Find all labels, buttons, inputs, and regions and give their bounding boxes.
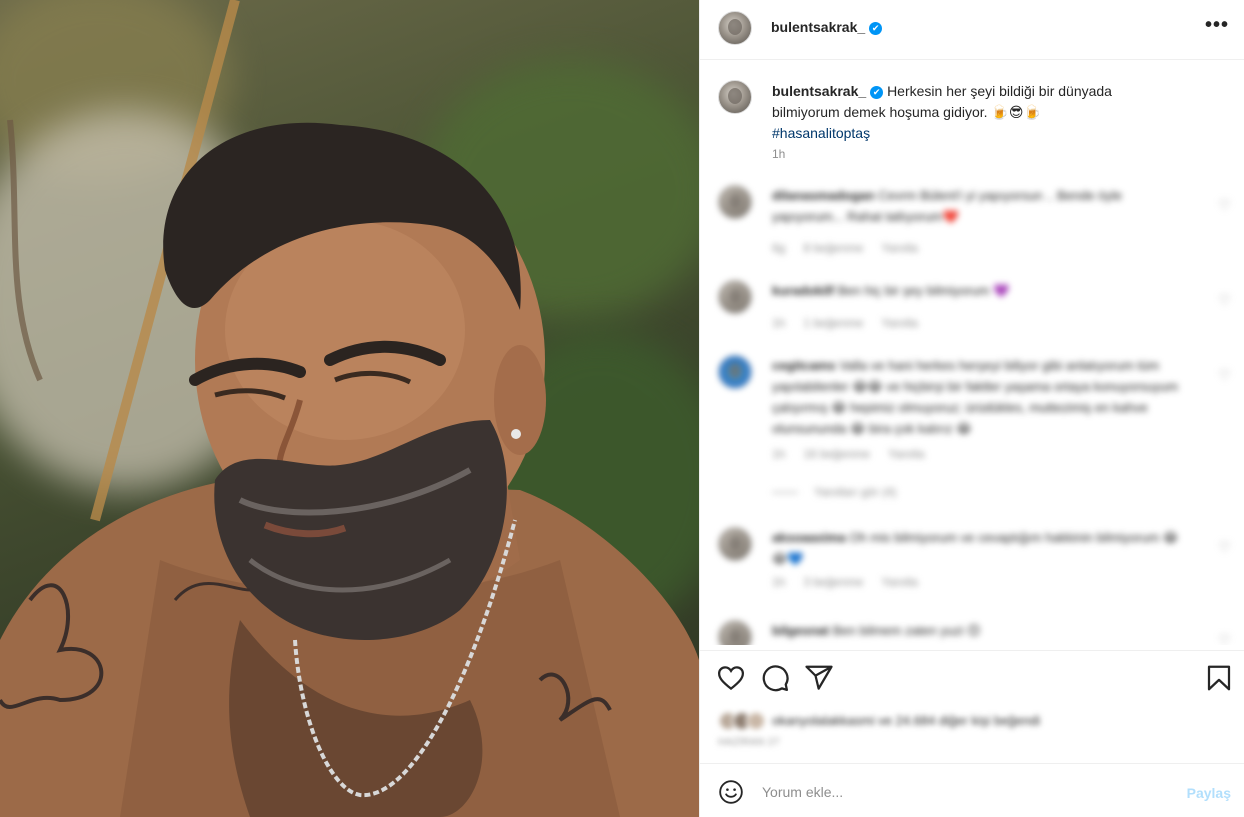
comment-username[interactable]: aksoaaxima	[772, 530, 846, 545]
comment-likes[interactable]: 3 beğenme	[803, 575, 863, 589]
post-actions: okanyolalakkasmi ve 24.684 diğer kişi be…	[700, 650, 1244, 762]
comment-reply-button[interactable]: Yanıtla	[881, 575, 917, 589]
caption-timestamp[interactable]: 1h	[772, 147, 785, 161]
comment-text: Ben bilmem zaten yuzi 😊	[832, 623, 981, 638]
caption-hashtag-link[interactable]: #hasanalitoptaş	[772, 125, 870, 141]
heart-icon[interactable]	[716, 663, 746, 693]
comment-likes[interactable]: 1 beğenme	[803, 316, 863, 330]
comment-meta: 1h 1 beğenme Yanıtla	[772, 316, 936, 330]
caption-username[interactable]: bulentsakrak_	[772, 83, 866, 99]
comment-meta: 1h 16 beğenme Yanıtla	[772, 447, 943, 461]
comment-bubble-icon[interactable]	[760, 663, 790, 693]
comment-likes[interactable]: 8 beğenme	[803, 241, 863, 255]
comment-time[interactable]: 1h	[772, 316, 785, 330]
author-avatar[interactable]	[718, 11, 752, 45]
comment-text: Ben hiç bir şey bilmiyorum 💜	[837, 283, 1010, 298]
comment-text-block: aksoaaxima Oh mis bilmiyorum ve cevaptığ…	[772, 527, 1192, 569]
emoji-smiley-icon[interactable]	[718, 779, 744, 805]
liker-avatar	[746, 711, 766, 731]
comment-meta: 1h 3 beğenme Yanıtla	[772, 575, 936, 589]
comment-reply-button[interactable]: Yanıtla	[881, 241, 917, 255]
comments-list[interactable]: dilanasmadogan Cevrm Bülent'i yi yapıyor…	[700, 175, 1244, 645]
comment-like-heart-icon[interactable]: ♡	[1218, 367, 1231, 384]
author-username[interactable]: bulentsakrak_ ✔	[771, 19, 883, 35]
comment-username[interactable]: bilgesnat	[772, 623, 829, 638]
comment-avatar[interactable]	[718, 355, 752, 389]
post-photo[interactable]	[0, 0, 699, 817]
post-header: bulentsakrak_ ✔ •••	[700, 0, 1244, 60]
comment-text-block: dilanasmadogan Cevrm Bülent'i yi yapıyor…	[772, 185, 1192, 227]
caption-body: bulentsakrak_ ✔ Herkesin her şeyi bildiği…	[772, 81, 1167, 144]
comment-avatar[interactable]	[718, 620, 752, 645]
comment-like-heart-icon[interactable]: ♡	[1218, 539, 1231, 556]
view-replies-button[interactable]: Yanıtları gör (4)	[772, 485, 896, 499]
comment-like-heart-icon[interactable]: ♡	[1218, 292, 1231, 309]
comment-time[interactable]: 1h	[772, 575, 785, 589]
comment-meta: 6g 8 beğenme Yanıtla	[772, 241, 936, 255]
comment-avatar[interactable]	[718, 185, 752, 219]
comment-username[interactable]: kuradokilf	[772, 283, 834, 298]
post-sidebar: bulentsakrak_ ✔ ••• bulentsakrak_ ✔ Herkes…	[699, 0, 1244, 817]
comment-input[interactable]	[762, 781, 1162, 803]
comment-avatar[interactable]	[718, 280, 752, 314]
comment-avatar[interactable]	[718, 527, 752, 561]
caption-avatar[interactable]	[718, 80, 752, 114]
paper-plane-icon[interactable]	[804, 663, 834, 693]
verified-badge-icon: ✔	[869, 22, 883, 35]
portrait-illustration	[0, 0, 699, 817]
comment-like-heart-icon[interactable]: ♡	[1218, 197, 1231, 214]
comment-likes[interactable]: 16 beğenme	[803, 447, 870, 461]
comment-text-block: cegitcams Valla ve hani herkes herşeyi b…	[772, 355, 1192, 439]
bookmark-icon[interactable]	[1204, 663, 1234, 693]
more-options-icon[interactable]: •••	[1205, 14, 1229, 37]
add-comment-bar: Paylaş	[700, 763, 1244, 817]
likes-count-text[interactable]: okanyolalakkasmi ve 24.684 diğer kişi be…	[772, 713, 1040, 728]
comment-text-block: kuradokilf Ben hiç bir şey bilmiyorum 💜	[772, 280, 1192, 301]
comment-time[interactable]: 1h	[772, 447, 785, 461]
comment-reply-button[interactable]: Yanıtla	[888, 447, 924, 461]
comment-username[interactable]: cegitcams	[772, 358, 836, 373]
comment-time[interactable]: 6g	[772, 241, 785, 255]
comment-text-block: bilgesnat Ben bilmem zaten yuzi 😊	[772, 620, 1192, 641]
caption-verified-badge-icon: ✔	[870, 86, 884, 99]
comment-like-heart-icon[interactable]: ♡	[1218, 632, 1231, 645]
comment-username[interactable]: dilanasmadogan	[772, 188, 875, 203]
comment-reply-button[interactable]: Yanıtla	[881, 316, 917, 330]
post-comment-button[interactable]: Paylaş	[1187, 785, 1231, 801]
post-date: HAZİRAN 27	[718, 737, 780, 748]
author-username-text[interactable]: bulentsakrak_	[771, 19, 865, 35]
